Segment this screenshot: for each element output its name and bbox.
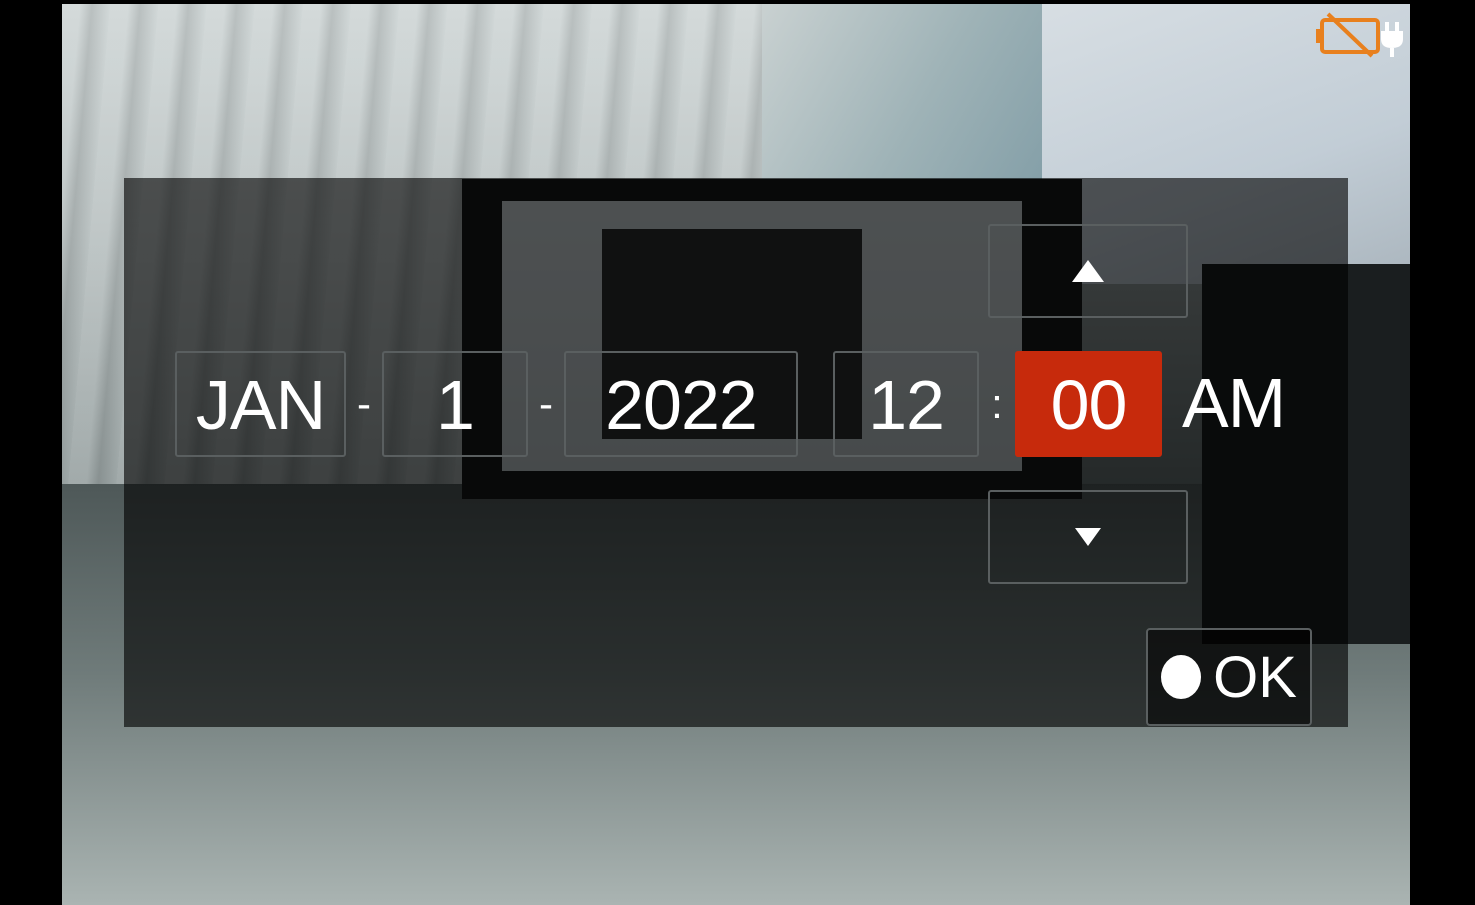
ampm-field[interactable]: AM <box>1182 351 1286 455</box>
date-separator: - <box>539 380 553 427</box>
increase-button[interactable] <box>988 224 1188 318</box>
year-field[interactable]: 2022 <box>564 351 798 457</box>
ac-plug-icon <box>1381 22 1403 57</box>
hour-field[interactable]: 12 <box>833 351 979 457</box>
time-separator: : <box>991 380 1003 427</box>
month-field[interactable]: JAN <box>175 351 346 457</box>
day-field[interactable]: 1 <box>382 351 528 457</box>
date-separator: - <box>357 380 371 427</box>
decrease-button[interactable] <box>988 490 1188 584</box>
camera-screen: JAN - 1 - 2022 12 : 00 AM OK <box>0 0 1475 905</box>
ok-label: OK <box>1213 644 1297 710</box>
ok-button[interactable]: OK <box>1146 628 1312 726</box>
triangle-down-icon <box>1075 528 1101 546</box>
minute-field[interactable]: 00 <box>1015 351 1162 457</box>
round-button-icon <box>1161 655 1202 699</box>
triangle-up-icon <box>1072 260 1104 282</box>
